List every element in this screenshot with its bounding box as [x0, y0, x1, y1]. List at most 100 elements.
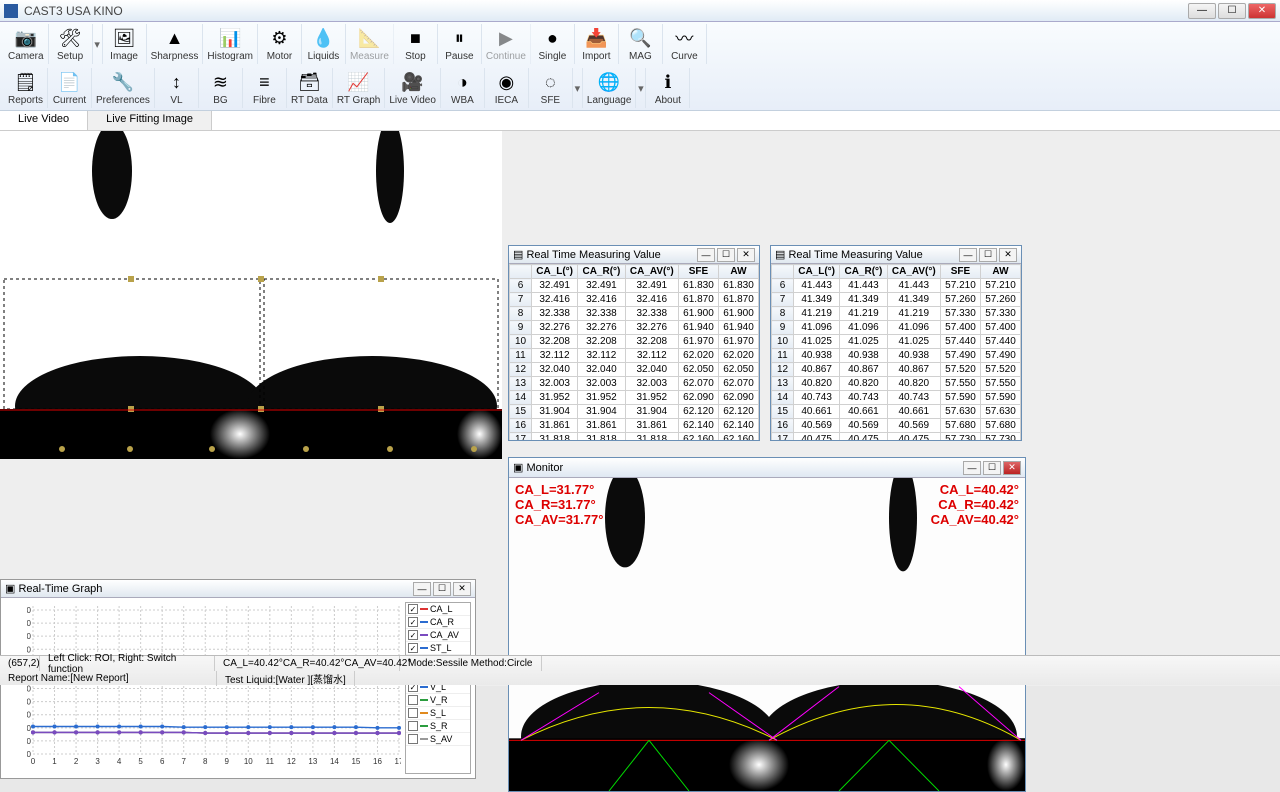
table-row[interactable]: 832.33832.33832.33861.90061.900 — [510, 307, 759, 321]
maximize-button[interactable]: ☐ — [1218, 3, 1246, 19]
table-row[interactable]: 1431.95231.95231.95262.09062.090 — [510, 391, 759, 405]
table-row[interactable]: 741.34941.34941.34957.26057.260 — [772, 293, 1021, 307]
svg-text:1: 1 — [52, 757, 57, 764]
table-row[interactable]: 641.44341.44341.44357.21057.210 — [772, 279, 1021, 293]
svg-text:7: 7 — [181, 757, 186, 764]
table-row[interactable]: 1540.66140.66140.66157.63057.630 — [772, 405, 1021, 419]
table-row[interactable]: 1041.02541.02541.02557.44057.440 — [772, 335, 1021, 349]
legend-st_l[interactable]: ST_L — [406, 642, 470, 655]
rt graph-icon: 📈 — [347, 70, 371, 94]
svg-text:20: 20 — [27, 737, 32, 746]
status-mode: Mode:Sessile Method:Circle — [400, 656, 542, 671]
checkbox-icon — [408, 721, 418, 731]
toolbar-mag[interactable]: 🔍MAG — [619, 24, 663, 64]
toolbar-fibre[interactable]: ≡Fibre — [243, 68, 287, 108]
toolbar-rt-graph[interactable]: 📈RT Graph — [333, 68, 386, 108]
table-row[interactable]: 1032.20832.20832.20861.97061.970 — [510, 335, 759, 349]
toolbar-about[interactable]: ℹAbout — [646, 68, 690, 108]
table-row[interactable]: 732.41632.41632.41661.87061.870 — [510, 293, 759, 307]
legend-s_l[interactable]: S_L — [406, 707, 470, 720]
monitor-min-button[interactable]: — — [963, 461, 981, 475]
single-icon: ● — [540, 26, 564, 50]
rt-table-1[interactable]: CA_L(°)CA_R(°)CA_AV(°)SFEAW632.49132.491… — [509, 264, 759, 440]
graph-max-button[interactable]: ☐ — [433, 582, 451, 596]
svg-text:180: 180 — [27, 632, 32, 641]
checkbox-icon — [408, 630, 418, 640]
legend-ca_r[interactable]: CA_R — [406, 616, 470, 629]
toolbar-camera[interactable]: 📷Camera — [4, 24, 49, 64]
close-button[interactable]: ✕ — [1248, 3, 1276, 19]
rt-table-2[interactable]: CA_L(°)CA_R(°)CA_AV(°)SFEAW641.44341.443… — [771, 264, 1021, 440]
sharpness-icon: ▲ — [162, 26, 186, 50]
graph-close-button[interactable]: ✕ — [453, 582, 471, 596]
legend-v_r[interactable]: V_R — [406, 694, 470, 707]
table-row[interactable]: 1440.74340.74340.74357.59057.590 — [772, 391, 1021, 405]
toolbar-sharpness[interactable]: ▲Sharpness — [147, 24, 204, 64]
table-row[interactable]: 1340.82040.82040.82057.55057.550 — [772, 377, 1021, 391]
toolbar-histogram[interactable]: 📊Histogram — [203, 24, 258, 64]
panel-max-button[interactable]: ☐ — [717, 248, 735, 262]
panel-close-button[interactable]: ✕ — [999, 248, 1017, 262]
table-row[interactable]: 632.49132.49132.49161.83061.830 — [510, 279, 759, 293]
toolbar-pause[interactable]: ⏸Pause — [438, 24, 482, 64]
table-row[interactable]: 1332.00332.00332.00362.07062.070 — [510, 377, 759, 391]
vl-icon: ↕ — [164, 70, 188, 94]
toolbar-language[interactable]: 🌐Language — [583, 68, 637, 108]
panel-min-button[interactable]: — — [959, 248, 977, 262]
table-row[interactable]: 1640.56940.56940.56957.68057.680 — [772, 419, 1021, 433]
toolbar-ieca[interactable]: ◉IECA — [485, 68, 529, 108]
table-row[interactable]: 1631.86131.86131.86162.14062.140 — [510, 419, 759, 433]
monitor-close-button[interactable]: ✕ — [1003, 461, 1021, 475]
toolbar-language-dropdown[interactable]: ▾ — [636, 68, 646, 108]
panel-close-button[interactable]: ✕ — [737, 248, 755, 262]
svg-text:5: 5 — [138, 757, 143, 764]
panel-max-button[interactable]: ☐ — [979, 248, 997, 262]
toolbar-bg[interactable]: ≋BG — [199, 68, 243, 108]
curve-icon: 〰 — [672, 26, 696, 50]
chart-legend[interactable]: CA_LCA_RCA_AVST_LST_RST_AVV_LV_RS_LS_RS_… — [405, 602, 471, 774]
toolbar-live-video[interactable]: 🎥Live Video — [385, 68, 441, 108]
tab-live-fitting-image[interactable]: Live Fitting Image — [88, 111, 212, 130]
tab-live-video[interactable]: Live Video — [0, 111, 88, 130]
graph-min-button[interactable]: — — [413, 582, 431, 596]
toolbar-preferences[interactable]: 🔧Preferences — [92, 68, 155, 108]
minimize-button[interactable]: — — [1188, 3, 1216, 19]
toolbar-current[interactable]: 📄Current — [48, 68, 92, 108]
toolbar-wba[interactable]: ◑WBA — [441, 68, 485, 108]
toolbar-rt-data[interactable]: 🗃RT Data — [287, 68, 333, 108]
table-row[interactable]: 1731.81831.81831.81862.16062.160 — [510, 433, 759, 441]
legend-ca_av[interactable]: CA_AV — [406, 629, 470, 642]
toolbar-vl[interactable]: ↕VL — [155, 68, 199, 108]
legend-ca_l[interactable]: CA_L — [406, 603, 470, 616]
toolbar-motor[interactable]: ⚙Motor — [258, 24, 302, 64]
toolbar-stop[interactable]: ■Stop — [394, 24, 438, 64]
table-row[interactable]: 841.21941.21941.21957.33057.330 — [772, 307, 1021, 321]
wba-icon: ◑ — [450, 70, 474, 94]
table-row[interactable]: 1140.93840.93840.93857.49057.490 — [772, 349, 1021, 363]
toolbar-reports[interactable]: 🗒Reports — [4, 68, 48, 108]
monitor-max-button[interactable]: ☐ — [983, 461, 1001, 475]
toolbar-import[interactable]: 📥Import — [575, 24, 619, 64]
checkbox-icon — [408, 617, 418, 627]
table-row[interactable]: 1232.04032.04032.04062.05062.050 — [510, 363, 759, 377]
toolbar-single[interactable]: ●Single — [531, 24, 575, 64]
table-row[interactable]: 932.27632.27632.27661.94061.940 — [510, 321, 759, 335]
monitor-left-readout: CA_L=31.77° CA_R=31.77° CA_AV=31.77° — [515, 482, 603, 527]
table-row[interactable]: 1240.86740.86740.86757.52057.520 — [772, 363, 1021, 377]
table-row[interactable]: 1740.47540.47540.47557.73057.730 — [772, 433, 1021, 441]
table-row[interactable]: 1531.90431.90431.90462.12062.120 — [510, 405, 759, 419]
panel-min-button[interactable]: — — [697, 248, 715, 262]
toolbar-liquids[interactable]: 💧Liquids — [302, 24, 346, 64]
bg-icon: ≋ — [208, 70, 232, 94]
toolbar-image[interactable]: 🖼Image — [103, 24, 147, 64]
toolbar-sfe-dropdown[interactable]: ▾ — [573, 68, 583, 108]
toolbar-setup-dropdown[interactable]: ▾ — [93, 24, 103, 64]
toolbar-curve[interactable]: 〰Curve — [663, 24, 707, 64]
toolbar-sfe[interactable]: ◌SFE — [529, 68, 573, 108]
table-row[interactable]: 1132.11232.11232.11262.02062.020 — [510, 349, 759, 363]
table-row[interactable]: 941.09641.09641.09657.40057.400 — [772, 321, 1021, 335]
legend-s_av[interactable]: S_AV — [406, 733, 470, 746]
current-icon: 📄 — [58, 70, 82, 94]
legend-s_r[interactable]: S_R — [406, 720, 470, 733]
toolbar-setup[interactable]: 🛠Setup — [49, 24, 93, 64]
